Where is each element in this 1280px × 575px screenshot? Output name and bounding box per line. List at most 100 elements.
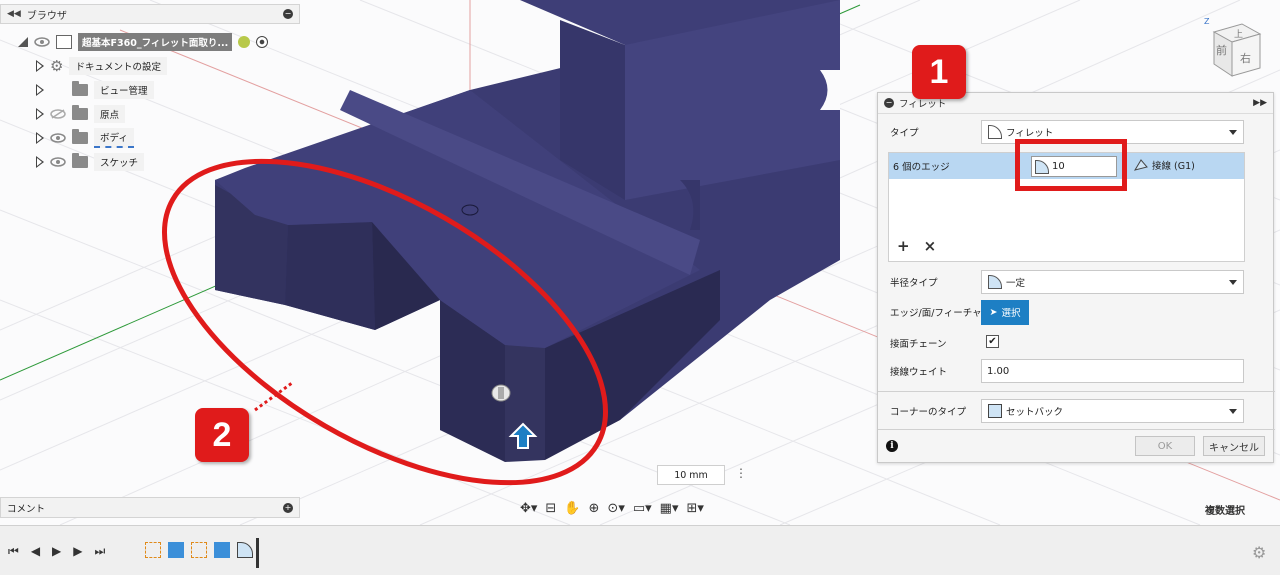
corner-type-label: コーナーのタイプ (890, 407, 967, 418)
callout-2: 2 (195, 408, 249, 462)
viewports-icon[interactable]: ⊞▾ (686, 501, 703, 516)
radius-type-row: 半径タイプ 一定 (878, 270, 1275, 294)
comments-title: コメント (7, 503, 46, 515)
corner-type-value: セットバック (1006, 407, 1064, 418)
collapse-panel-icon[interactable]: ◀◀ (7, 9, 21, 19)
zoom-icon[interactable]: ⊕ (589, 501, 600, 516)
edge-face-label: エッジ/面/フィーチャ (890, 308, 982, 319)
browser-item-sketches[interactable]: スケッチ (36, 152, 145, 172)
continuity-dropdown[interactable]: 接線 (G1) (1134, 158, 1195, 172)
fillet-icon (988, 125, 1002, 139)
radius-dimension-box[interactable]: 10 mm (657, 465, 725, 485)
callout-1: 1 (912, 45, 966, 99)
tree-item-label: ドキュメントの設定 (69, 57, 167, 75)
play-icon[interactable]: ▶ (52, 544, 61, 559)
continuity-value: 接線 (G1) (1152, 161, 1195, 172)
visibility-eye-icon[interactable] (50, 157, 66, 167)
browser-item-bodies[interactable]: ボディ (36, 128, 134, 148)
ok-button[interactable]: OK (1135, 436, 1195, 456)
info-icon[interactable]: i (886, 440, 898, 452)
expand-caret-icon[interactable] (36, 84, 44, 96)
extrude-feature-icon[interactable] (214, 542, 230, 558)
view-cube[interactable]: 前 右 上 Z (1200, 14, 1264, 80)
browser-minimize-icon[interactable]: − (283, 9, 293, 19)
visibility-eye-icon[interactable] (34, 37, 50, 47)
extrude-feature-icon[interactable] (168, 542, 184, 558)
cancel-button[interactable]: キャンセル (1203, 436, 1265, 456)
dialog-separator (878, 391, 1275, 392)
tangent-weight-input[interactable]: 1.00 (981, 359, 1244, 383)
timeline-bar: ⏮ ◀ ▶ ▶ ⏭ ⚙ (0, 525, 1280, 575)
browser-item-document-settings[interactable]: ⚙ ドキュメントの設定 (36, 56, 167, 76)
expand-dialog-icon[interactable]: ▶▶ (1253, 98, 1267, 108)
sketch-feature-icon[interactable] (145, 542, 161, 558)
tangent-weight-row: 接線ウェイト 1.00 (878, 359, 1275, 383)
sketch-feature-icon[interactable] (191, 542, 207, 558)
grid-settings-icon[interactable]: ▦▾ (660, 501, 679, 516)
browser-item-view-management[interactable]: ビュー管理 (36, 80, 154, 100)
edge-face-row: エッジ/面/フィーチャ ➤ 選択 (878, 299, 1275, 325)
viewcube-front-face[interactable]: 前 (1216, 43, 1227, 57)
timeline-settings-gear-icon[interactable]: ⚙ (1252, 543, 1266, 562)
solid-body[interactable] (215, 0, 840, 462)
orbit-icon[interactable]: ✥▾ (520, 501, 537, 516)
expand-triangle-icon[interactable] (18, 37, 28, 47)
step-back-icon[interactable]: ◀ (31, 544, 40, 559)
tangent-chain-checkbox[interactable]: ✔ (986, 335, 999, 348)
dialog-separator (878, 429, 1275, 430)
dialog-minimize-icon[interactable]: − (884, 98, 894, 108)
expand-caret-icon[interactable] (36, 108, 44, 120)
expand-caret-icon[interactable] (36, 60, 44, 72)
tree-item-label: ビュー管理 (94, 81, 154, 99)
more-options-icon[interactable]: ⋮ (735, 466, 747, 480)
look-at-icon[interactable]: ⊟ (545, 501, 556, 516)
folder-icon (72, 81, 88, 96)
tree-item-label: ボディ (94, 128, 134, 148)
expand-caret-icon[interactable] (36, 132, 44, 144)
tangent-weight-label: 接線ウェイト (890, 367, 948, 378)
visibility-eye-icon[interactable] (50, 133, 66, 143)
fillet-feature-icon[interactable] (237, 542, 253, 558)
navigation-toolbar: ✥▾ ⊟ ✋ ⊕ ⊙▾ ▭▾ ▦▾ ⊞▾ (520, 497, 704, 519)
go-to-end-icon[interactable]: ⏭ (95, 544, 106, 559)
timeline-marker[interactable] (256, 538, 259, 568)
browser-root-node[interactable]: 超基本F360_フィレット面取り... (18, 32, 269, 52)
dropdown-arrow-icon (1229, 280, 1237, 285)
browser-header: ◀◀ ブラウザ − (0, 4, 300, 24)
pan-icon[interactable]: ✋ (564, 501, 580, 516)
document-icon (56, 35, 72, 49)
tangent-continuity-icon (1134, 159, 1148, 171)
browser-item-origin[interactable]: 原点 (36, 104, 126, 124)
type-value: フィレット (1006, 128, 1054, 139)
timeline-controls: ⏮ ◀ ▶ ▶ ⏭ (8, 544, 105, 559)
radius-type-dropdown[interactable]: 一定 (981, 270, 1244, 294)
hidden-eye-icon[interactable] (50, 109, 66, 119)
activate-component-icon[interactable] (238, 36, 251, 48)
add-comment-icon[interactable]: + (283, 502, 293, 513)
radius-type-value: 一定 (1006, 278, 1026, 289)
viewcube-top-face[interactable]: 上 (1234, 29, 1243, 40)
tangent-chain-label: 接面チェーン (890, 339, 947, 350)
step-forward-icon[interactable]: ▶ (73, 544, 82, 559)
fit-icon[interactable]: ⊙▾ (607, 501, 624, 516)
viewcube-right-face[interactable]: 右 (1240, 51, 1251, 65)
radius-type-label: 半径タイプ (890, 278, 938, 289)
display-settings-icon[interactable]: ▭▾ (633, 501, 652, 516)
corner-type-dropdown[interactable]: セットバック (981, 399, 1244, 423)
multi-select-label: 複数選択 (1205, 506, 1245, 517)
setback-corner-icon (988, 404, 1002, 418)
go-to-start-icon[interactable]: ⏮ (8, 544, 19, 559)
select-edges-button[interactable]: ➤ 選択 (981, 299, 1029, 325)
browser-panel: ◀◀ ブラウザ − (0, 4, 300, 24)
remove-edge-set-button[interactable]: × (924, 237, 937, 255)
expand-caret-icon[interactable] (36, 156, 44, 168)
radius-highlight-box (1015, 139, 1127, 191)
active-radio-icon[interactable] (256, 36, 269, 48)
viewport-canvas[interactable]: 前 右 上 Z ◀◀ ブラウザ − 超基本F360_フィレット面取り... ⚙ … (0, 0, 1280, 525)
folder-icon (72, 105, 88, 120)
tree-item-label: 原点 (94, 105, 126, 123)
add-edge-set-button[interactable]: + (897, 237, 910, 255)
folder-icon (72, 153, 88, 168)
edge-manipulator-handle[interactable] (491, 384, 511, 402)
corner-type-row: コーナーのタイプ セットバック (878, 399, 1275, 423)
